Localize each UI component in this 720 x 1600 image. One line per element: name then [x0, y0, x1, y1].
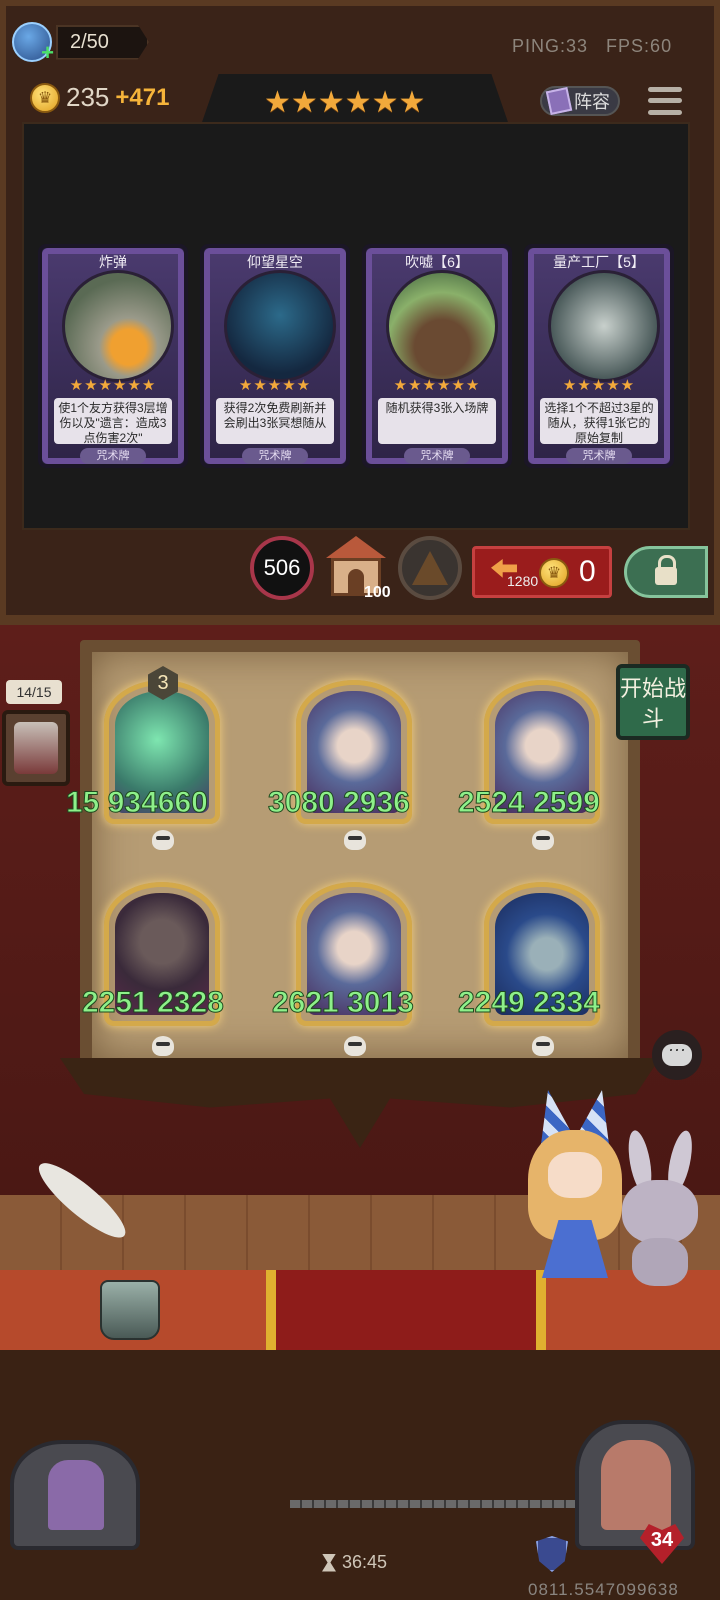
card-title: 炸弹: [99, 254, 127, 270]
round-counter: 14/15: [6, 680, 62, 704]
card-type: 咒术牌: [80, 448, 146, 464]
card-stars: ★★★★★: [238, 377, 312, 394]
house-count: 100: [364, 584, 391, 601]
house-icon: [326, 536, 386, 558]
spell-window-button[interactable]: [10, 1440, 140, 1550]
card-type: 咒术牌: [404, 448, 470, 464]
card-art: [386, 270, 498, 382]
minion-stats: 3080 2936: [268, 786, 411, 820]
hat-icon: [412, 551, 448, 585]
menu-button[interactable]: [648, 84, 682, 118]
start-battle-button[interactable]: 开始战斗: [616, 664, 690, 740]
player-count-widget[interactable]: 2/50: [12, 22, 149, 66]
coin-icon: ♛: [539, 558, 569, 588]
lock-shop-button[interactable]: [624, 546, 708, 598]
user-id: 0811.5547099638: [528, 1580, 679, 1599]
refresh-button[interactable]: 1280 ♛ 0: [472, 546, 612, 598]
timer-text: 36:45: [342, 1552, 388, 1572]
card-title: 仰望星空: [247, 254, 303, 270]
skull-icon: [344, 1036, 366, 1056]
tier-stars: ★★★★★★: [264, 86, 426, 119]
minion-stats: 2249 2334: [458, 986, 601, 1020]
exp-value: 506: [263, 555, 301, 580]
level-up-button[interactable]: 506: [250, 536, 314, 600]
coin-icon: ♛: [30, 82, 60, 113]
lock-icon: [655, 555, 677, 585]
shop-card[interactable]: 仰望星空 ★★★★★ 获得2次免费刷新并会刷出3张冥想随从 咒术牌: [200, 244, 350, 468]
chat-icon: [662, 1039, 692, 1066]
card-art: [548, 270, 660, 382]
skull-icon: [152, 1036, 174, 1056]
gold-display: ♛ 235 +471: [30, 82, 169, 113]
fps-text: FPS:60: [606, 36, 673, 56]
hat-button[interactable]: [398, 536, 462, 600]
hero-avatar: [601, 1440, 671, 1530]
tavern-tier-stars: ★★★★★★: [264, 88, 425, 118]
chat-button[interactable]: [652, 1030, 702, 1080]
card-description: 随机获得3张入场牌: [378, 398, 496, 444]
net-stats: PING:33 FPS:60: [512, 36, 672, 57]
minion-stats: 2251 2328: [82, 986, 225, 1020]
minion-stats: 2524 2599: [458, 786, 601, 820]
card-description: 使1个友方获得3层增伤以及"遗言：造成3点伤害2次": [54, 398, 172, 445]
ping-text: PING:33: [512, 36, 589, 56]
card-stars: ★★★★★★: [69, 377, 157, 394]
rabbit-companion: [618, 1128, 702, 1290]
card-art: [224, 270, 336, 382]
lineup-button[interactable]: 阵容: [540, 86, 620, 116]
card-description: 选择1个不超过3星的随从，获得1张它的原始复制: [540, 398, 658, 445]
card-art: [62, 270, 174, 382]
shop-card[interactable]: 吹嘘【6】 ★★★★★★ 随机获得3张入场牌 咒术牌: [362, 244, 512, 468]
opponent-portrait[interactable]: [2, 710, 70, 786]
card-description: 获得2次免费刷新并会刷出3张冥想随从: [216, 398, 334, 444]
skull-icon: [344, 830, 366, 850]
minion-stats: 2621 3013: [272, 986, 415, 1020]
scroll-icon: [48, 1460, 104, 1530]
gold-amount: 235: [66, 82, 110, 112]
gold-income: +471: [115, 83, 170, 111]
card-stars: ★★★★★: [562, 377, 636, 394]
card-type: 咒术牌: [242, 448, 308, 464]
alice-character: [520, 1090, 630, 1290]
menu-icon: [648, 87, 682, 93]
hourglass-icon: [322, 1553, 336, 1572]
skull-icon: [532, 830, 554, 850]
card-title: 量产工厂【5】: [553, 254, 645, 270]
refresh-coin-value: 0: [579, 555, 596, 588]
skull-icon: [532, 1036, 554, 1056]
minion-stats: 15 934660: [66, 786, 209, 820]
turn-timer: 36:45: [322, 1552, 387, 1573]
book-icon: [545, 86, 573, 116]
shop-card[interactable]: 量产工厂【5】 ★★★★★ 选择1个不超过3星的随从，获得1张它的原始复制 咒术…: [524, 244, 674, 468]
shop-card[interactable]: 炸弹 ★★★★★★ 使1个友方获得3层增伤以及"遗言：造成3点伤害2次" 咒术牌: [38, 244, 188, 468]
chain: [290, 1500, 590, 1508]
quill-inkwell: [20, 1150, 160, 1350]
refresh-cost: 1280: [507, 573, 539, 589]
player-count: 2/50: [56, 24, 149, 60]
card-stars: ★★★★★★: [393, 377, 481, 394]
opponent-avatar: [14, 722, 58, 774]
game-screen: { "top": { "player_count": "2/50", "gold…: [0, 0, 720, 1600]
player-avatar-icon: [12, 22, 54, 66]
card-type: 咒术牌: [566, 448, 632, 464]
lineup-label: 阵容: [574, 92, 610, 112]
card-title: 吹嘘【6】: [405, 254, 469, 270]
skull-icon: [152, 830, 174, 850]
